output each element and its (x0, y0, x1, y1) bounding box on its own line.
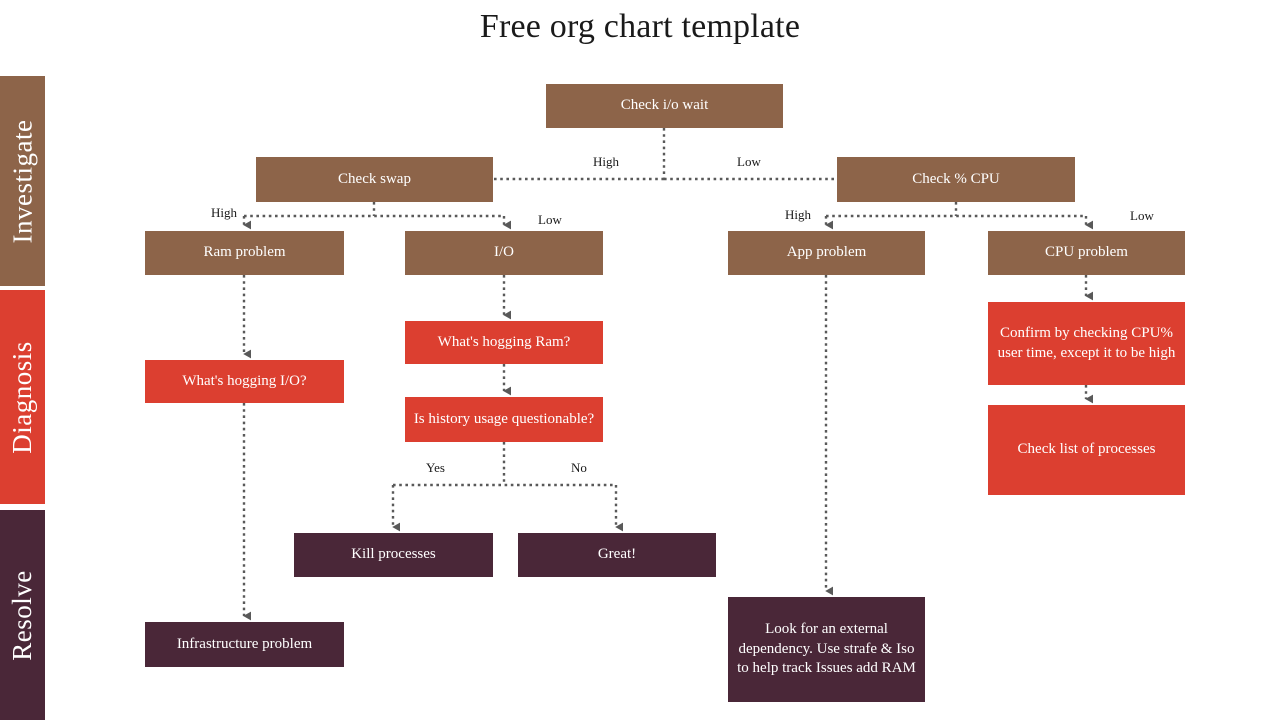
edge-label-io-wait-low: Low (737, 154, 761, 169)
swimlane-resolve: Resolve (0, 510, 45, 720)
edge-label-swap-low: Low (538, 212, 562, 227)
node-check-pct-cpu[interactable]: Check % CPU (837, 157, 1075, 202)
node-check-swap[interactable]: Check swap (256, 157, 493, 202)
edge-label-cpu-high: High (785, 207, 811, 222)
page-title: Free org chart template (479, 8, 801, 45)
swimlane-diagnosis: Diagnosis (0, 290, 45, 504)
node-ram-problem[interactable]: Ram problem (145, 231, 344, 275)
flowchart-canvas: Free org chart template Investigate Diagn… (0, 0, 1280, 720)
node-look-for-external-dependency[interactable]: Look for an external dependency. Use str… (728, 597, 925, 702)
node-is-history-usage-questionable[interactable]: Is history usage questionable? (405, 397, 603, 442)
node-cpu-problem[interactable]: CPU problem (988, 231, 1185, 275)
swimlane-label-investigate: Investigate (7, 119, 37, 243)
node-check-io-wait[interactable]: Check i/o wait (546, 84, 783, 128)
edge-label-history-yes: Yes (426, 460, 445, 475)
swimlane-investigate: Investigate (0, 76, 45, 286)
node-confirm-cpu-user-time[interactable]: Confirm by checking CPU% user time, exce… (988, 302, 1185, 385)
swimlane-label-resolve: Resolve (7, 569, 37, 661)
node-check-list-of-processes[interactable]: Check list of processes (988, 405, 1185, 495)
node-kill-processes[interactable]: Kill processes (294, 533, 493, 577)
node-great[interactable]: Great! (518, 533, 716, 577)
edge-label-swap-high: High (211, 205, 237, 220)
node-whats-hogging-io[interactable]: What's hogging I/O? (145, 360, 344, 403)
node-whats-hogging-ram[interactable]: What's hogging Ram? (405, 321, 603, 364)
node-io[interactable]: I/O (405, 231, 603, 275)
edge-label-io-wait-high: High (593, 154, 619, 169)
node-infrastructure-problem[interactable]: Infrastructure problem (145, 622, 344, 667)
edge-label-cpu-low: Low (1130, 208, 1154, 223)
edge-label-history-no: No (571, 460, 587, 475)
swimlane-label-diagnosis: Diagnosis (7, 340, 37, 454)
node-app-problem[interactable]: App problem (728, 231, 925, 275)
